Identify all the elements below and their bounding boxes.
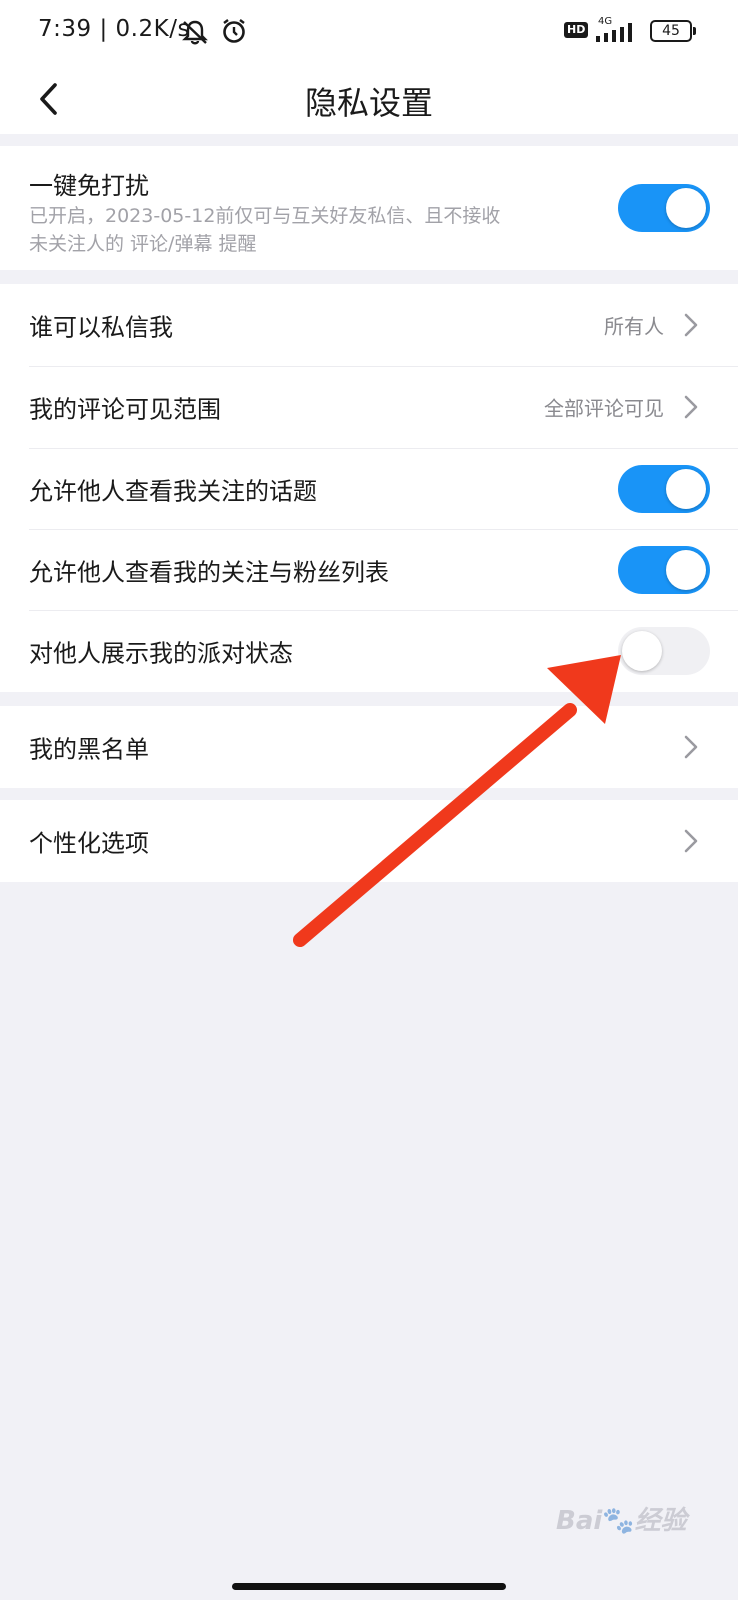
row-value: 所有人 <box>604 314 664 339</box>
dnd-desc-line-1: 已开启，2023-05-12前仅可与互关好友私信、且不接收 <box>29 205 501 227</box>
privacy-section: 谁可以私信我 所有人 我的评论可见范围 全部评论可见 允许他人查看我关注的话题 … <box>0 284 738 692</box>
dnd-section: 一键免打扰 已开启，2023-05-12前仅可与互关好友私信、且不接收 未关注人… <box>0 146 738 270</box>
row-label: 对他人展示我的派对状态 <box>29 639 293 668</box>
chevron-right-icon <box>684 313 698 337</box>
show-topics-toggle[interactable] <box>618 465 710 513</box>
row-who-can-message[interactable]: 谁可以私信我 所有人 <box>0 284 738 366</box>
navigation-header: 隐私设置 <box>0 64 738 134</box>
row-label: 允许他人查看我关注的话题 <box>29 477 317 506</box>
row-label: 个性化选项 <box>29 829 149 858</box>
row-label: 允许他人查看我的关注与粉丝列表 <box>29 558 389 587</box>
row-personalization[interactable]: 个性化选项 <box>0 800 738 882</box>
row-label: 谁可以私信我 <box>29 313 173 342</box>
row-label: 我的黑名单 <box>29 735 149 764</box>
baidu-watermark-logo: Bai🐾经验 <box>556 1506 687 1536</box>
dnd-title: 一键免打扰 <box>29 172 149 200</box>
chevron-right-icon <box>684 829 698 853</box>
show-follow-list-toggle[interactable] <box>618 546 710 594</box>
dnd-toggle[interactable] <box>618 184 710 232</box>
blacklist-section: 我的黑名单 <box>0 706 738 788</box>
row-show-follow-list: 允许他人查看我的关注与粉丝列表 <box>0 529 738 611</box>
row-blacklist[interactable]: 我的黑名单 <box>0 706 738 788</box>
status-bar: 7:39 | 0.2K/s HD 4G 45 <box>0 0 738 64</box>
toggle-knob <box>666 469 706 509</box>
show-party-status-toggle[interactable] <box>618 627 710 675</box>
mute-icon <box>182 20 208 45</box>
chevron-right-icon <box>684 395 698 419</box>
row-show-topics: 允许他人查看我关注的话题 <box>0 448 738 530</box>
battery-indicator: 45 <box>650 20 696 42</box>
page-title: 隐私设置 <box>304 84 433 122</box>
alarm-icon <box>223 19 245 43</box>
personalization-section: 个性化选项 <box>0 800 738 882</box>
row-label: 我的评论可见范围 <box>29 395 221 424</box>
toggle-knob <box>666 188 706 228</box>
dnd-description: 已开启，2023-05-12前仅可与互关好友私信、且不接收 未关注人的 评论/弹… <box>29 202 589 258</box>
toggle-knob <box>622 631 662 671</box>
signal-icon <box>596 23 632 42</box>
home-indicator[interactable] <box>232 1583 506 1590</box>
row-show-party-status: 对他人展示我的派对状态 <box>0 610 738 692</box>
hd-badge: HD <box>564 22 589 38</box>
chevron-right-icon <box>684 735 698 759</box>
row-value: 全部评论可见 <box>544 396 664 421</box>
status-time-speed: 7:39 | 0.2K/s <box>38 16 190 42</box>
row-comment-visibility[interactable]: 我的评论可见范围 全部评论可见 <box>0 366 738 448</box>
dnd-desc-line-2: 未关注人的 评论/弹幕 提醒 <box>29 233 257 255</box>
toggle-knob <box>666 550 706 590</box>
